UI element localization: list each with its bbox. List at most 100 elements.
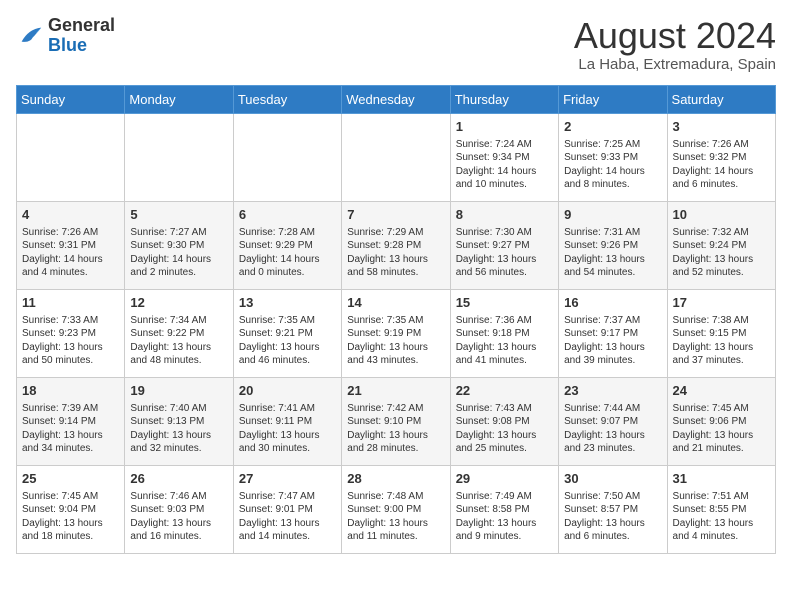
day-info: Sunrise: 7:36 AMSunset: 9:18 PMDaylight:… (456, 314, 553, 368)
day-number: 16 (564, 294, 661, 312)
day-number: 26 (130, 470, 227, 488)
calendar-cell: 25Sunrise: 7:45 AMSunset: 9:04 PMDayligh… (17, 465, 125, 553)
day-number: 27 (239, 470, 336, 488)
calendar-cell: 27 Sunrise: 7:47 AMSunset: 9:01 PMDayligh… (233, 465, 341, 553)
title-block: August 2024 La Haba, Extremadura, Spain (574, 16, 776, 73)
calendar-cell: 8 Sunrise: 7:30 AMSunset: 9:27 PMDaylight… (450, 201, 558, 289)
day-number: 24 (673, 382, 770, 400)
day-info: Sunrise: 7:25 AMSunset: 9:33 PMDaylight:… (564, 138, 661, 192)
calendar-cell: 28 Sunrise: 7:48 AMSunset: 9:00 PMDayligh… (342, 465, 450, 553)
day-number: 7 (347, 206, 444, 224)
page-header: General Blue August 2024 La Haba, Extrem… (16, 16, 776, 73)
location-subtitle: La Haba, Extremadura, Spain (574, 56, 776, 73)
calendar-cell: 3 Sunrise: 7:26 AMSunset: 9:32 PMDaylight… (667, 113, 775, 201)
day-info: Sunrise: 7:29 AMSunset: 9:28 PMDaylight:… (347, 226, 444, 280)
calendar-cell: 20Sunrise: 7:41 AMSunset: 9:11 PMDayligh… (233, 377, 341, 465)
month-year-title: August 2024 (574, 16, 776, 56)
day-number: 22 (456, 382, 553, 400)
day-info: Sunrise: 7:50 AMSunset: 8:57 PMDaylight:… (564, 490, 661, 544)
calendar-cell: 4 Sunrise: 7:26 AMSunset: 9:31 PMDaylight… (17, 201, 125, 289)
day-info: Sunrise: 7:24 AMSunset: 9:34 PMDaylight:… (456, 138, 553, 192)
day-info: Sunrise: 7:26 AMSunset: 9:32 PMDaylight:… (673, 138, 770, 192)
day-number: 1 (456, 118, 553, 136)
day-info: Sunrise: 7:30 AMSunset: 9:27 PMDaylight:… (456, 226, 553, 280)
day-info: Sunrise: 7:45 AMSunset: 9:06 PMDaylight:… (673, 402, 770, 456)
calendar-cell: 7 Sunrise: 7:29 AMSunset: 9:28 PMDaylight… (342, 201, 450, 289)
calendar-week-3: 18Sunrise: 7:39 AMSunset: 9:14 PMDayligh… (17, 377, 776, 465)
day-number: 10 (673, 206, 770, 224)
day-info: Sunrise: 7:33 AMSunset: 9:23 PMDaylight:… (22, 314, 119, 368)
calendar-cell: 10 Sunrise: 7:32 AMSunset: 9:24 PMDayligh… (667, 201, 775, 289)
logo-general: General (48, 16, 115, 36)
calendar-cell: 30 Sunrise: 7:50 AMSunset: 8:57 PMDayligh… (559, 465, 667, 553)
calendar-cell: 12 Sunrise: 7:34 AMSunset: 9:22 PMDayligh… (125, 289, 233, 377)
day-number: 18 (22, 382, 119, 400)
calendar-cell: 19 Sunrise: 7:40 AMSunset: 9:13 PMDayligh… (125, 377, 233, 465)
day-info: Sunrise: 7:41 AMSunset: 9:11 PMDaylight:… (239, 402, 336, 456)
calendar-cell (125, 113, 233, 201)
calendar-week-2: 11 Sunrise: 7:33 AMSunset: 9:23 PMDayligh… (17, 289, 776, 377)
day-info: Sunrise: 7:47 AMSunset: 9:01 PMDaylight:… (239, 490, 336, 544)
day-info: Sunrise: 7:34 AMSunset: 9:22 PMDaylight:… (130, 314, 227, 368)
calendar-cell: 6Sunrise: 7:28 AMSunset: 9:29 PMDaylight… (233, 201, 341, 289)
day-info: Sunrise: 7:44 AMSunset: 9:07 PMDaylight:… (564, 402, 661, 456)
calendar-cell: 9Sunrise: 7:31 AMSunset: 9:26 PMDaylight… (559, 201, 667, 289)
day-number: 21 (347, 382, 444, 400)
day-info: Sunrise: 7:46 AMSunset: 9:03 PMDaylight:… (130, 490, 227, 544)
calendar-cell: 21 Sunrise: 7:42 AMSunset: 9:10 PMDayligh… (342, 377, 450, 465)
logo-text: General Blue (48, 16, 115, 56)
calendar-cell: 5 Sunrise: 7:27 AMSunset: 9:30 PMDaylight… (125, 201, 233, 289)
calendar-week-0: 1 Sunrise: 7:24 AMSunset: 9:34 PMDaylight… (17, 113, 776, 201)
day-number: 29 (456, 470, 553, 488)
day-info: Sunrise: 7:38 AMSunset: 9:15 PMDaylight:… (673, 314, 770, 368)
day-number: 19 (130, 382, 227, 400)
calendar-table: SundayMondayTuesdayWednesdayThursdayFrid… (16, 85, 776, 554)
day-info: Sunrise: 7:26 AMSunset: 9:31 PMDaylight:… (22, 226, 119, 280)
weekday-header-sunday: Sunday (17, 85, 125, 113)
day-number: 5 (130, 206, 227, 224)
day-number: 15 (456, 294, 553, 312)
logo: General Blue (16, 16, 115, 56)
calendar-cell: 29 Sunrise: 7:49 AMSunset: 8:58 PMDayligh… (450, 465, 558, 553)
day-info: Sunrise: 7:27 AMSunset: 9:30 PMDaylight:… (130, 226, 227, 280)
calendar-cell: 16Sunrise: 7:37 AMSunset: 9:17 PMDayligh… (559, 289, 667, 377)
day-number: 12 (130, 294, 227, 312)
day-number: 30 (564, 470, 661, 488)
day-number: 23 (564, 382, 661, 400)
weekday-row: SundayMondayTuesdayWednesdayThursdayFrid… (17, 85, 776, 113)
calendar-body: 1 Sunrise: 7:24 AMSunset: 9:34 PMDaylight… (17, 113, 776, 553)
weekday-header-friday: Friday (559, 85, 667, 113)
day-number: 31 (673, 470, 770, 488)
weekday-header-monday: Monday (125, 85, 233, 113)
calendar-cell (17, 113, 125, 201)
day-info: Sunrise: 7:32 AMSunset: 9:24 PMDaylight:… (673, 226, 770, 280)
calendar-cell: 14 Sunrise: 7:35 AMSunset: 9:19 PMDayligh… (342, 289, 450, 377)
day-number: 13 (239, 294, 336, 312)
day-info: Sunrise: 7:35 AMSunset: 9:19 PMDaylight:… (347, 314, 444, 368)
day-number: 25 (22, 470, 119, 488)
calendar-header: SundayMondayTuesdayWednesdayThursdayFrid… (17, 85, 776, 113)
day-number: 11 (22, 294, 119, 312)
calendar-cell: 22Sunrise: 7:43 AMSunset: 9:08 PMDayligh… (450, 377, 558, 465)
day-info: Sunrise: 7:49 AMSunset: 8:58 PMDaylight:… (456, 490, 553, 544)
calendar-cell: 17 Sunrise: 7:38 AMSunset: 9:15 PMDayligh… (667, 289, 775, 377)
day-number: 3 (673, 118, 770, 136)
day-number: 14 (347, 294, 444, 312)
calendar-cell: 2Sunrise: 7:25 AMSunset: 9:33 PMDaylight… (559, 113, 667, 201)
day-number: 4 (22, 206, 119, 224)
day-info: Sunrise: 7:40 AMSunset: 9:13 PMDaylight:… (130, 402, 227, 456)
logo-blue: Blue (48, 36, 115, 56)
day-number: 28 (347, 470, 444, 488)
calendar-week-1: 4 Sunrise: 7:26 AMSunset: 9:31 PMDaylight… (17, 201, 776, 289)
day-info: Sunrise: 7:48 AMSunset: 9:00 PMDaylight:… (347, 490, 444, 544)
day-info: Sunrise: 7:42 AMSunset: 9:10 PMDaylight:… (347, 402, 444, 456)
weekday-header-thursday: Thursday (450, 85, 558, 113)
day-number: 9 (564, 206, 661, 224)
calendar-cell: 24 Sunrise: 7:45 AMSunset: 9:06 PMDayligh… (667, 377, 775, 465)
calendar-week-4: 25Sunrise: 7:45 AMSunset: 9:04 PMDayligh… (17, 465, 776, 553)
calendar-cell (342, 113, 450, 201)
day-number: 17 (673, 294, 770, 312)
day-number: 6 (239, 206, 336, 224)
day-number: 8 (456, 206, 553, 224)
weekday-header-tuesday: Tuesday (233, 85, 341, 113)
